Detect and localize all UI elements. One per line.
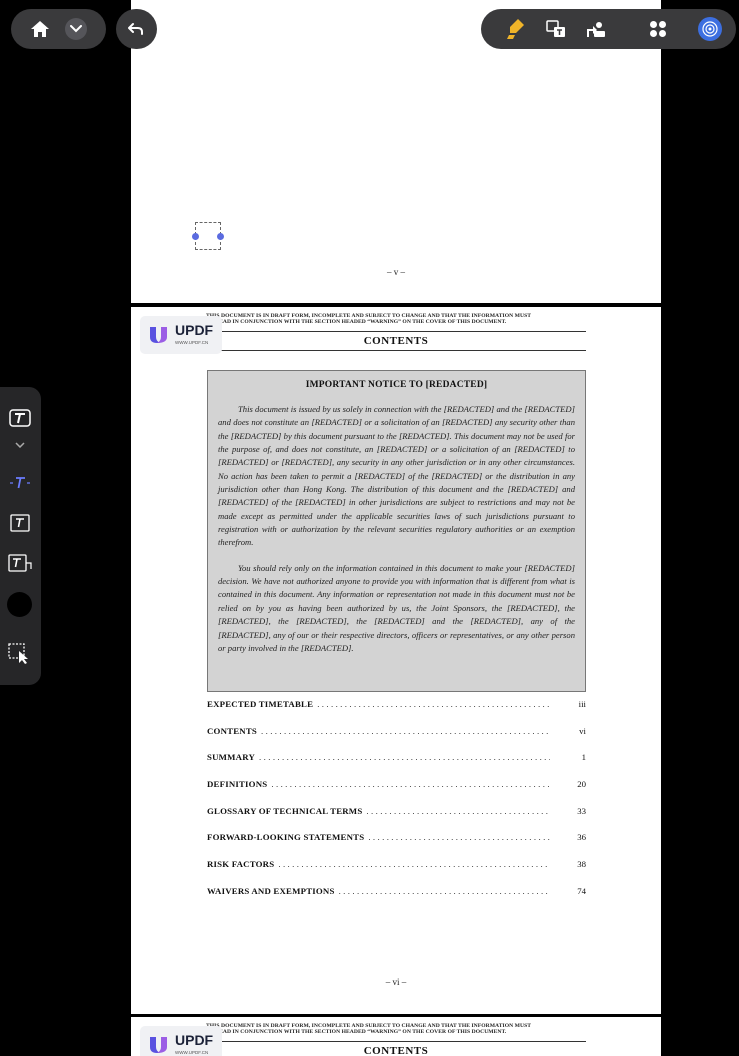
toc-entry[interactable]: WAIVERS AND EXEMPTIONS..................… — [207, 886, 586, 913]
toc-leader: ........................................… — [271, 779, 550, 790]
grid-icon[interactable] — [647, 18, 669, 40]
highlighter-icon[interactable] — [505, 17, 527, 41]
page-number: – vi – — [385, 977, 407, 987]
color-swatch[interactable] — [7, 592, 32, 617]
toc-label: WAIVERS AND EXEMPTIONS — [207, 885, 335, 896]
table-of-contents: EXPECTED TIMETABLE......................… — [207, 699, 586, 913]
undo-icon[interactable] — [126, 19, 146, 39]
draft-notice-line-2: BE READ IN CONJUNCTION WITH THE SECTION … — [206, 1029, 507, 1035]
page-title: CONTENTS — [363, 1045, 429, 1056]
notice-title: IMPORTANT NOTICE TO [REDACTED] — [305, 380, 488, 390]
text-cursor-icon[interactable] — [8, 473, 32, 493]
toc-entry[interactable]: CONTENTS................................… — [207, 726, 586, 753]
toc-label: RISK FACTORS — [207, 859, 275, 870]
toc-page: 20 — [577, 779, 586, 790]
toc-leader: ........................................… — [261, 725, 550, 736]
toc-label: GLOSSARY OF TECHNICAL TERMS — [207, 805, 363, 816]
toc-page: 33 — [577, 805, 586, 816]
tools-pill — [481, 9, 736, 49]
page-number: – v – — [387, 267, 405, 277]
watermark-url: WWW.UPDF.CN — [175, 340, 209, 345]
watermark-url: WWW.UPDF.CN — [175, 1050, 209, 1055]
select-tool-icon[interactable] — [7, 642, 33, 666]
home-icon[interactable] — [28, 18, 52, 40]
updf-logo-icon — [150, 1037, 167, 1053]
toc-page: vi — [579, 725, 586, 736]
selection-box[interactable] — [192, 222, 224, 250]
toc-leader: ........................................… — [317, 699, 550, 709]
toc-label: DEFINITIONS — [207, 779, 268, 790]
ai-assistant-icon[interactable] — [698, 17, 722, 41]
header-rule-bottom — [206, 350, 586, 351]
notice-paragraph-2: You should rely only on the information … — [218, 562, 575, 653]
chevron-down-icon[interactable] — [65, 18, 87, 40]
selection-handle-right[interactable] — [217, 233, 224, 240]
toc-leader: ........................................… — [338, 885, 550, 896]
toc-entry[interactable]: GLOSSARY OF TECHNICAL TERMS.............… — [207, 806, 586, 833]
pdf-page-vi: THIS DOCUMENT IS IN DRAFT FORM, INCOMPLE… — [131, 307, 661, 1014]
text-tool-icon[interactable] — [8, 407, 32, 429]
toc-label: SUMMARY — [207, 752, 256, 763]
toc-entry[interactable]: DEFINITIONS.............................… — [207, 779, 586, 806]
pdf-page-next: THIS DOCUMENT IS IN DRAFT FORM, INCOMPLE… — [131, 1017, 661, 1056]
toc-leader: ........................................… — [278, 859, 550, 870]
toc-page: 1 — [581, 752, 586, 763]
toc-entry[interactable]: FORWARD-LOOKING STATEMENTS..............… — [207, 832, 586, 859]
toc-leader: ........................................… — [368, 832, 550, 843]
text-tools-panel — [0, 387, 41, 685]
toc-leader: ........................................… — [259, 752, 550, 763]
toc-entry[interactable]: RISK FACTORS............................… — [207, 859, 586, 886]
toc-leader: ........................................… — [366, 805, 550, 816]
toc-page: iii — [578, 699, 586, 709]
translate-icon[interactable] — [545, 18, 567, 40]
selection-handle-left[interactable] — [192, 233, 199, 240]
chevron-down-icon[interactable] — [12, 439, 28, 451]
draft-notice-line-2: BE READ IN CONJUNCTION WITH THE SECTION … — [206, 319, 507, 325]
important-notice-box: IMPORTANT NOTICE TO [REDACTED] This docu… — [207, 370, 586, 692]
toc-page: 36 — [577, 832, 586, 843]
navigation-pill — [11, 9, 106, 49]
header-rule-top — [206, 1041, 586, 1042]
toc-page: 38 — [577, 859, 586, 870]
toc-label: FORWARD-LOOKING STATEMENTS — [207, 832, 365, 843]
toc-label: EXPECTED TIMETABLE — [207, 699, 314, 709]
notice-paragraph-1: This document is issued by us solely in … — [218, 404, 575, 548]
watermark-name: UPDF — [175, 322, 214, 338]
toc-page: 74 — [577, 885, 586, 896]
updf-watermark: UPDF WWW.UPDF.CN — [140, 1026, 222, 1056]
updf-watermark: UPDF WWW.UPDF.CN — [140, 316, 222, 354]
toc-entry[interactable]: EXPECTED TIMETABLE......................… — [207, 699, 586, 726]
toc-entry[interactable]: SUMMARY.................................… — [207, 752, 586, 779]
toc-label: CONTENTS — [207, 725, 257, 736]
undo-button[interactable] — [116, 9, 157, 49]
header-rule-top — [206, 331, 586, 332]
text-box-icon[interactable] — [8, 513, 32, 533]
watermark-name: UPDF — [175, 1032, 214, 1048]
convert-icon[interactable] — [585, 18, 607, 40]
updf-logo-icon — [150, 327, 167, 343]
text-callout-icon[interactable] — [7, 553, 35, 575]
page-title: CONTENTS — [363, 335, 429, 347]
